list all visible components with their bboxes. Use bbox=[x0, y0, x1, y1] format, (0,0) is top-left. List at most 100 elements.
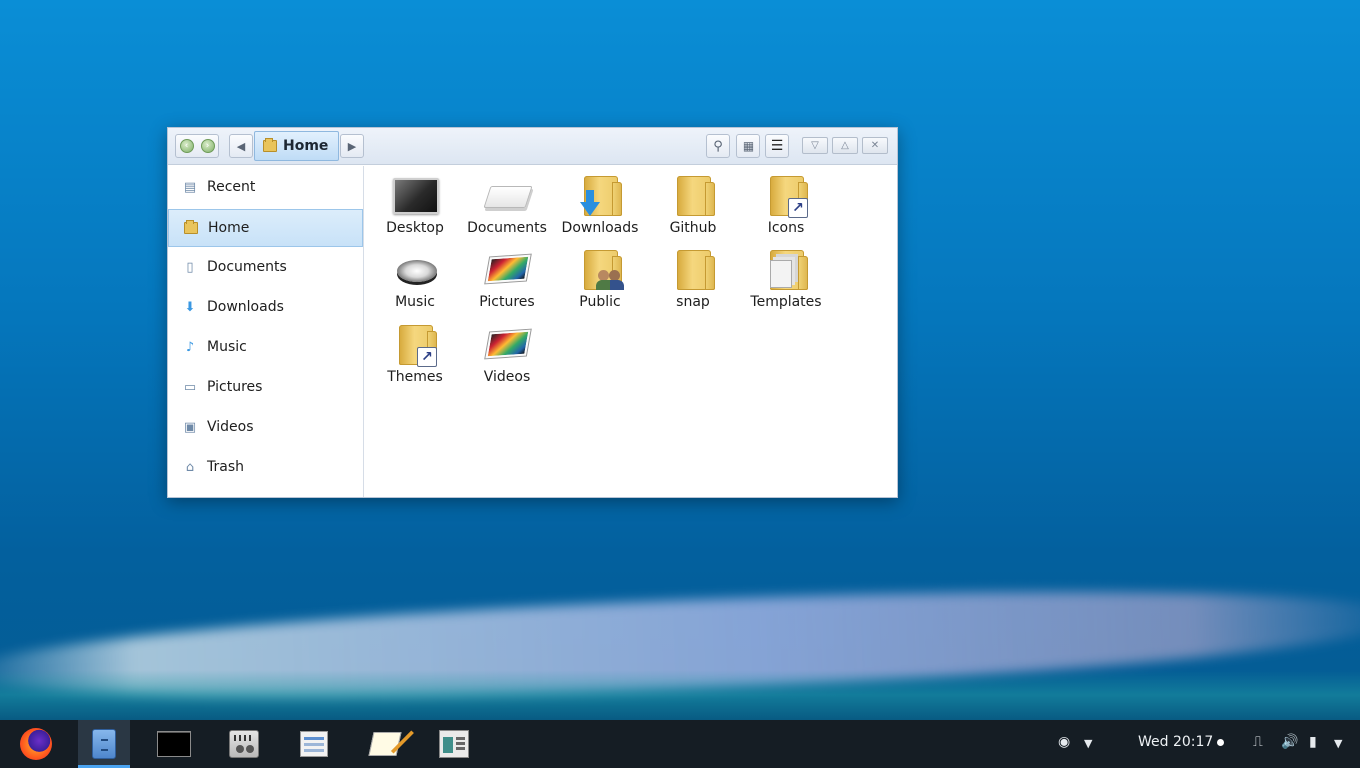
clock[interactable]: Wed 20:17 bbox=[1138, 734, 1225, 750]
window-toolbar: ‹ › ◀ Home ▶ ⚲ ▦ ☰ ▽ △ ✕ bbox=[168, 128, 897, 165]
file-item-downloads[interactable]: Downloads bbox=[554, 172, 646, 244]
places-sidebar: ▤ Recent Home ▯ Documents ⬇ Downloads ♪ … bbox=[168, 166, 364, 497]
minimize-button[interactable]: ▽ bbox=[802, 137, 828, 154]
back-button[interactable]: ‹ bbox=[179, 139, 194, 153]
wallpaper-band bbox=[0, 670, 1360, 720]
taskbar-terminal[interactable] bbox=[148, 720, 200, 768]
path-home-button[interactable]: Home bbox=[254, 131, 339, 161]
view-toggle-button[interactable]: ▦ bbox=[736, 134, 760, 158]
grid-view-icon: ▦ bbox=[742, 139, 754, 153]
taskbar-text-editor[interactable] bbox=[359, 720, 411, 768]
recent-icon: ▤ bbox=[183, 179, 197, 195]
sidebar-item-pictures[interactable]: ▭ Pictures bbox=[168, 368, 363, 406]
sidebar-item-label: Music bbox=[207, 339, 247, 355]
chat-tray-icon[interactable]: ◉ bbox=[1058, 734, 1070, 750]
taskbar-firefox[interactable] bbox=[10, 720, 62, 768]
downloads-folder-icon bbox=[576, 172, 624, 218]
desktop-icon bbox=[391, 172, 439, 218]
file-label: Music bbox=[395, 294, 435, 310]
history-buttons: ‹ › bbox=[175, 134, 219, 158]
menu-button[interactable]: ☰ bbox=[765, 134, 789, 158]
taskbar-system-monitor[interactable] bbox=[428, 720, 480, 768]
file-item-icons[interactable]: ↗ Icons bbox=[740, 172, 832, 244]
sidebar-item-documents[interactable]: ▯ Documents bbox=[168, 248, 363, 286]
file-label: Downloads bbox=[561, 220, 639, 236]
file-item-public[interactable]: Public bbox=[554, 246, 646, 318]
tray-menu-chevron-down-icon[interactable]: ▼ bbox=[1084, 737, 1092, 750]
sidebar-item-label: Trash bbox=[207, 459, 244, 475]
sidebar-item-label: Pictures bbox=[207, 379, 263, 395]
video-icon: ▣ bbox=[183, 419, 197, 435]
templates-folder-icon bbox=[762, 246, 810, 292]
hamburger-icon: ☰ bbox=[770, 138, 784, 154]
system-menu-chevron-down-icon[interactable]: ▼ bbox=[1334, 737, 1342, 750]
file-label: snap bbox=[676, 294, 710, 310]
firefox-icon bbox=[20, 728, 52, 760]
chevron-down-icon: ▽ bbox=[811, 140, 819, 151]
sidebar-item-recent[interactable]: ▤ Recent bbox=[168, 168, 363, 206]
network-icon[interactable]: ⎍ bbox=[1253, 734, 1263, 750]
battery-icon[interactable]: ▮ bbox=[1309, 734, 1317, 750]
videos-folder-icon bbox=[483, 321, 532, 367]
file-label: Pictures bbox=[479, 294, 535, 310]
path-left-button[interactable]: ◀ bbox=[229, 134, 253, 158]
form-app-icon bbox=[300, 731, 328, 757]
documents-folder-icon bbox=[483, 172, 533, 218]
file-item-github[interactable]: Github bbox=[647, 172, 739, 244]
file-label: Themes bbox=[387, 369, 443, 385]
file-label: Videos bbox=[483, 369, 531, 385]
sidebar-item-label: Downloads bbox=[207, 299, 284, 315]
document-icon: ▯ bbox=[186, 259, 194, 275]
pictures-folder-icon bbox=[483, 246, 532, 292]
text-editor-icon bbox=[368, 732, 402, 756]
home-folder-icon bbox=[183, 220, 199, 236]
sidebar-item-videos[interactable]: ▣ Videos bbox=[168, 408, 363, 446]
folder-link-icon: ↗ bbox=[391, 321, 439, 367]
sidebar-item-label: Recent bbox=[207, 179, 256, 195]
taskbar-audio-mixer[interactable] bbox=[218, 720, 270, 768]
file-item-themes[interactable]: ↗ Themes bbox=[369, 321, 461, 393]
file-label: Desktop bbox=[386, 220, 444, 236]
path-label: Home bbox=[283, 138, 329, 154]
download-icon: ⬇ bbox=[184, 299, 196, 315]
terminal-icon bbox=[157, 731, 191, 757]
file-item-documents[interactable]: Documents bbox=[461, 172, 553, 244]
folder-link-icon: ↗ bbox=[762, 172, 810, 218]
file-label: Github bbox=[669, 220, 717, 236]
file-item-pictures[interactable]: Pictures bbox=[461, 246, 553, 318]
music-folder-icon bbox=[391, 246, 439, 292]
triangle-left-icon: ◀ bbox=[236, 139, 246, 153]
system-monitor-icon bbox=[439, 730, 469, 758]
sidebar-item-trash[interactable]: ⌂ Trash bbox=[168, 448, 363, 486]
triangle-right-icon: ▶ bbox=[347, 139, 357, 153]
forward-button[interactable]: › bbox=[200, 139, 215, 153]
picture-icon: ▭ bbox=[183, 379, 197, 395]
file-label: Documents bbox=[467, 220, 547, 236]
sidebar-item-label: Videos bbox=[207, 419, 254, 435]
maximize-button[interactable]: △ bbox=[832, 137, 858, 154]
audio-mixer-icon bbox=[229, 730, 259, 758]
file-item-templates[interactable]: Templates bbox=[740, 246, 832, 318]
file-item-desktop[interactable]: Desktop bbox=[369, 172, 461, 244]
search-button[interactable]: ⚲ bbox=[706, 134, 730, 158]
sidebar-item-downloads[interactable]: ⬇ Downloads bbox=[168, 288, 363, 326]
close-button[interactable]: ✕ bbox=[862, 137, 888, 154]
notification-dot-icon bbox=[1217, 738, 1225, 746]
file-label: Templates bbox=[750, 294, 822, 310]
music-note-icon: ♪ bbox=[185, 339, 195, 355]
taskbar-form-app[interactable] bbox=[288, 720, 340, 768]
taskbar-file-manager[interactable] bbox=[78, 720, 130, 768]
file-item-music[interactable]: Music bbox=[369, 246, 461, 318]
public-folder-icon bbox=[576, 246, 624, 292]
volume-icon[interactable]: 🔊 bbox=[1281, 734, 1298, 750]
file-item-videos[interactable]: Videos bbox=[461, 321, 553, 393]
trash-icon: ⌂ bbox=[185, 459, 195, 475]
file-item-snap[interactable]: snap bbox=[647, 246, 739, 318]
sidebar-item-label: Home bbox=[208, 220, 250, 236]
path-right-button[interactable]: ▶ bbox=[340, 134, 364, 158]
taskbar: ◉ ▼ Wed 20:17 ⎍ 🔊 ▮ ▼ bbox=[0, 720, 1360, 768]
sidebar-item-home[interactable]: Home bbox=[168, 209, 363, 247]
file-label: Public bbox=[579, 294, 621, 310]
sidebar-item-music[interactable]: ♪ Music bbox=[168, 328, 363, 366]
search-icon: ⚲ bbox=[713, 138, 723, 154]
